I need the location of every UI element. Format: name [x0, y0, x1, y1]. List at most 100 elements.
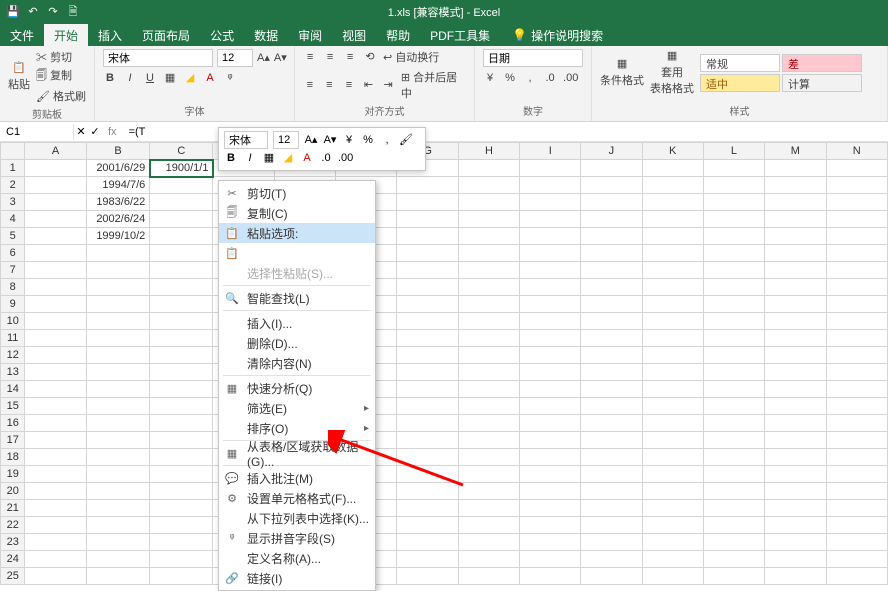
ctx-filter[interactable]: 筛选(E): [219, 398, 375, 418]
tell-me[interactable]: 💡 操作说明搜索: [500, 24, 603, 46]
col-header[interactable]: H: [458, 143, 519, 160]
cell-selected[interactable]: 1900/1/1: [150, 160, 213, 177]
ctx-cut[interactable]: ✂剪切(T): [219, 183, 375, 203]
ctx-clear[interactable]: 清除内容(N): [219, 353, 375, 373]
italic-button[interactable]: I: [123, 71, 137, 85]
mini-inc-font-icon[interactable]: A▴: [304, 133, 318, 147]
wrap-text-button[interactable]: ↩ 自动换行: [383, 49, 439, 65]
style-good[interactable]: 适中: [700, 74, 780, 92]
currency-icon[interactable]: ¥: [483, 71, 497, 85]
tab-formula[interactable]: 公式: [200, 24, 244, 46]
mini-font-color-button[interactable]: A: [300, 151, 314, 165]
fill-color-button[interactable]: ◢: [183, 71, 197, 85]
mini-brush-icon[interactable]: 🖌: [399, 133, 413, 147]
mini-bold-button[interactable]: B: [224, 151, 238, 165]
ctx-insert-comment[interactable]: 💬插入批注(M): [219, 468, 375, 488]
indent-dec-icon[interactable]: ⇤: [362, 78, 376, 92]
col-header[interactable]: K: [642, 143, 703, 160]
cancel-icon[interactable]: ✕: [74, 125, 88, 139]
col-header[interactable]: J: [581, 143, 642, 160]
row-header[interactable]: 20: [1, 483, 25, 500]
align-center-icon[interactable]: ≡: [323, 78, 337, 92]
ctx-define-name[interactable]: 定义名称(A)...: [219, 548, 375, 568]
cell[interactable]: 1999/10/2: [86, 228, 150, 245]
tab-home[interactable]: 开始: [44, 24, 88, 46]
row-header[interactable]: 24: [1, 551, 25, 568]
align-left-icon[interactable]: ≡: [303, 78, 317, 92]
dec-decimal-icon[interactable]: .00: [563, 71, 577, 85]
mini-border-button[interactable]: ▦: [262, 151, 276, 165]
ctx-show-phonetic[interactable]: ᵠ显示拼音字段(S): [219, 528, 375, 548]
border-button[interactable]: ▦: [163, 71, 177, 85]
comma-icon[interactable]: ,: [523, 71, 537, 85]
cell[interactable]: 1994/7/6: [86, 177, 150, 194]
mini-inc-decimal-icon[interactable]: .0: [319, 151, 333, 165]
row-header[interactable]: 17: [1, 432, 25, 449]
tab-file[interactable]: 文件: [0, 24, 44, 46]
col-header[interactable]: C: [150, 143, 213, 160]
ctx-paste-options[interactable]: 📋粘贴选项:: [219, 223, 375, 243]
col-header[interactable]: B: [86, 143, 150, 160]
row-header[interactable]: 13: [1, 364, 25, 381]
style-normal[interactable]: 常规: [700, 54, 780, 72]
row-header[interactable]: 9: [1, 296, 25, 313]
align-top-icon[interactable]: ≡: [303, 50, 317, 64]
fx-icon[interactable]: fx: [102, 126, 123, 138]
bold-button[interactable]: B: [103, 71, 117, 85]
increase-font-icon[interactable]: A▴: [257, 51, 270, 65]
tab-help[interactable]: 帮助: [376, 24, 420, 46]
style-bad[interactable]: 差: [782, 54, 862, 72]
table-format-button[interactable]: ▦ 套用 表格格式: [650, 49, 694, 96]
phonetic-button[interactable]: ᵠ: [223, 71, 237, 85]
paste-button[interactable]: 📋 粘贴: [8, 61, 30, 92]
row-header[interactable]: 11: [1, 330, 25, 347]
row-header[interactable]: 21: [1, 500, 25, 517]
col-header[interactable]: I: [520, 143, 581, 160]
enter-icon[interactable]: ✓: [88, 125, 102, 139]
ctx-get-data[interactable]: ▦从表格/区域获取数据(G)...: [219, 443, 375, 463]
tab-view[interactable]: 视图: [332, 24, 376, 46]
cell[interactable]: 2002/6/24: [86, 211, 150, 228]
row-header[interactable]: 18: [1, 449, 25, 466]
copy-button[interactable]: 🗐 复制: [36, 67, 86, 86]
merge-button[interactable]: ⊞ 合并后居中: [401, 69, 466, 101]
ctx-quick-analysis[interactable]: ▦快速分析(Q): [219, 378, 375, 398]
row-header[interactable]: 3: [1, 194, 25, 211]
conditional-format-button[interactable]: ▦ 条件格式: [600, 57, 644, 88]
row-header[interactable]: 16: [1, 415, 25, 432]
orientation-icon[interactable]: ⟲: [363, 50, 377, 64]
tab-insert[interactable]: 插入: [88, 24, 132, 46]
format-painter-button[interactable]: 🖌 格式刷: [36, 88, 86, 104]
ctx-copy[interactable]: 🗐复制(C): [219, 203, 375, 223]
row-header[interactable]: 22: [1, 517, 25, 534]
mini-dec-decimal-icon[interactable]: .00: [338, 151, 352, 165]
ctx-pick-dropdown[interactable]: 从下拉列表中选择(K)...: [219, 508, 375, 528]
row-header[interactable]: 6: [1, 245, 25, 262]
row-header[interactable]: 23: [1, 534, 25, 551]
align-middle-icon[interactable]: ≡: [323, 50, 337, 64]
tab-review[interactable]: 审阅: [288, 24, 332, 46]
tab-layout[interactable]: 页面布局: [132, 24, 200, 46]
col-header[interactable]: N: [826, 143, 887, 160]
mini-dec-font-icon[interactable]: A▾: [323, 133, 337, 147]
indent-inc-icon[interactable]: ⇥: [381, 78, 395, 92]
mini-percent-icon[interactable]: %: [361, 133, 375, 147]
mini-comma-icon[interactable]: ,: [380, 133, 394, 147]
save-icon[interactable]: 💾: [6, 5, 20, 19]
mini-fill-color-button[interactable]: ◢: [281, 151, 295, 165]
redo-icon[interactable]: ↷: [46, 5, 60, 19]
number-format-dropdown[interactable]: [483, 49, 583, 67]
cut-button[interactable]: ✂ 剪切: [36, 49, 86, 65]
print-preview-icon[interactable]: 🗎: [66, 5, 80, 19]
mini-font-size[interactable]: [273, 131, 299, 149]
row-header[interactable]: 25: [1, 568, 25, 585]
row-header[interactable]: 14: [1, 381, 25, 398]
select-all-corner[interactable]: [1, 143, 25, 160]
row-header[interactable]: 5: [1, 228, 25, 245]
percent-icon[interactable]: %: [503, 71, 517, 85]
tab-data[interactable]: 数据: [244, 24, 288, 46]
row-header[interactable]: 2: [1, 177, 25, 194]
decrease-font-icon[interactable]: A▾: [274, 51, 287, 65]
row-header[interactable]: 12: [1, 347, 25, 364]
cells-grid[interactable]: A B C D E F G H I J K L M N 12001/6/2919…: [0, 142, 888, 585]
